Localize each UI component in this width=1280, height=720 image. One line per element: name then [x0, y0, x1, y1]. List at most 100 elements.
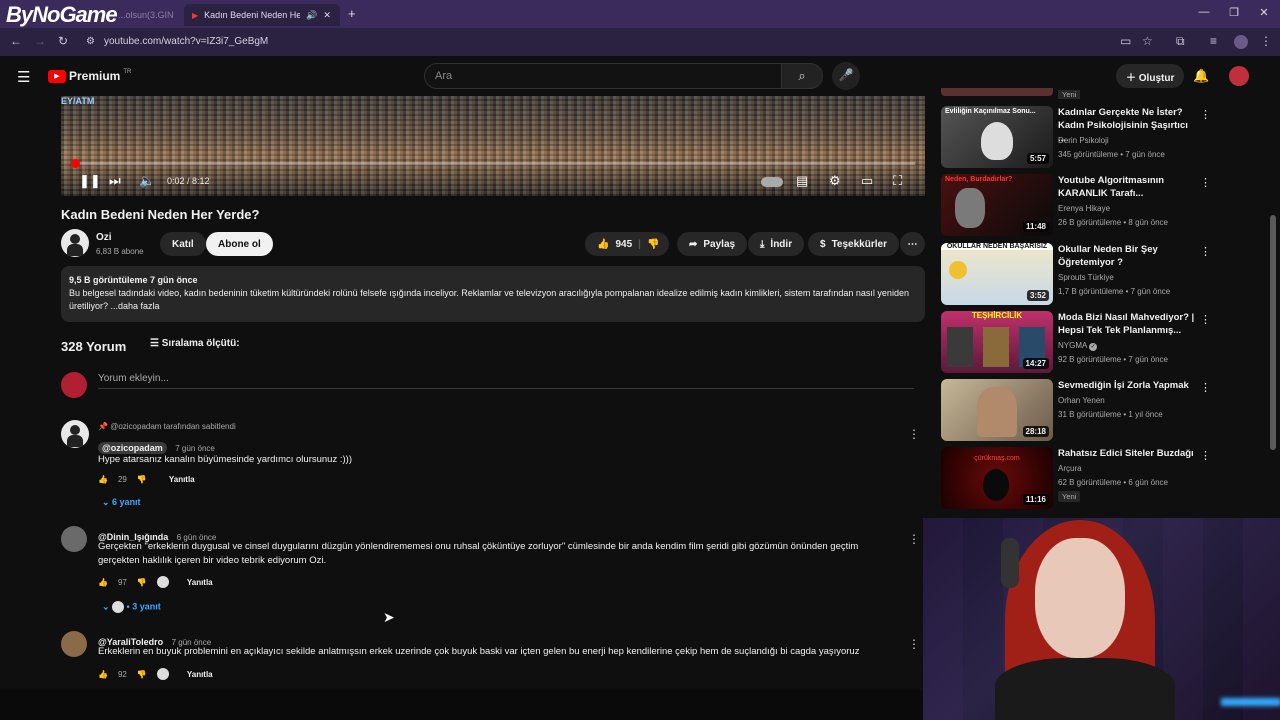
fullscreen-icon[interactable]: ⛶ [893, 173, 902, 189]
search-input[interactable]: Ara [424, 63, 782, 89]
forward-icon[interactable]: → [34, 34, 46, 48]
comment-menu-icon[interactable]: ⋮ [908, 637, 920, 651]
join-button[interactable]: Katıl [160, 232, 206, 256]
item-menu-icon[interactable]: ⋮ [1200, 313, 1211, 326]
subscribe-button[interactable]: Abone ol [206, 232, 273, 256]
description-box[interactable]: 9,5 B görüntüleme 7 gün önce Bu belgesel… [61, 266, 925, 322]
user-avatar[interactable] [1229, 66, 1249, 86]
media-control-icon[interactable]: ≡ [1210, 34, 1217, 48]
cast-icon[interactable]: ▭ [1120, 34, 1131, 48]
minimize-button[interactable]: — [1196, 6, 1212, 18]
create-button[interactable]: ＋ Oluştur [1116, 64, 1185, 88]
item-menu-icon[interactable]: ⋮ [1200, 245, 1211, 258]
recommendation-channel[interactable]: Erenya Hikaye [1058, 204, 1110, 213]
progress-bar[interactable] [71, 159, 915, 168]
comment-time[interactable]: 7 gün önce [175, 444, 215, 453]
commenter-avatar[interactable] [61, 420, 89, 448]
recommendation-title[interactable]: Moda Bizi Nasıl Mahvediyor? | Hepsi Tek … [1058, 311, 1198, 337]
sort-button[interactable]: ☰ Sıralama ölçütü: [150, 338, 240, 349]
show-replies-button[interactable]: ⌄ 6 yanıt [102, 497, 141, 508]
recommendation-channel[interactable]: Arçura [1058, 464, 1082, 473]
autoplay-toggle[interactable] [761, 177, 783, 187]
show-replies-button[interactable]: ⌄ • 3 yanıt [102, 601, 161, 613]
dislike-icon[interactable]: 👎 [137, 475, 147, 484]
video-thumbnail[interactable]: Neden, Burdadırlar? 11:48 [941, 174, 1053, 236]
recommendation-item[interactable]: Evliliğin Kaçınılmaz Sonu... 5:57 Kadınl… [941, 106, 1211, 168]
reload-icon[interactable]: ↻ [58, 34, 68, 48]
sidebar-scrollbar[interactable] [1270, 215, 1276, 450]
restore-button[interactable]: ❐ [1226, 6, 1242, 19]
more-actions-button[interactable]: ⋯ [900, 232, 925, 256]
commenter-avatar[interactable] [61, 526, 87, 552]
like-icon[interactable]: 👍 [98, 578, 108, 587]
video-thumbnail[interactable]: 28:18 [941, 379, 1053, 441]
recommendation-item[interactable]: çürükmaş.com 11:16 Rahatsız Edici Sitele… [941, 447, 1211, 509]
settings-gear-icon[interactable]: ⚙ [829, 173, 841, 189]
reply-button[interactable]: Yanıtla [187, 578, 213, 587]
browser-menu-icon[interactable]: ⋮ [1260, 34, 1272, 48]
bynogame-watermark: ByNoGame [6, 2, 118, 27]
channel-name[interactable]: Ozi [96, 232, 112, 243]
url-field[interactable]: youtube.com/watch?v=IZ3i7_GeBgM [104, 36, 268, 47]
recommendation-channel[interactable]: Derin Psikoloji [1058, 136, 1109, 145]
recommendation-channel[interactable]: Sprouts Türkiye [1058, 273, 1114, 282]
reply-button[interactable]: Yanıtla [187, 670, 213, 679]
pause-icon[interactable]: ❚❚ [79, 173, 101, 189]
tab-current[interactable]: ▶ Kadın Bedeni Neden Her Ye 🔊 ✕ [184, 4, 340, 26]
video-thumbnail[interactable]: çürükmaş.com 11:16 [941, 447, 1053, 509]
video-thumbnail[interactable]: Evliliğin Kaçınılmaz Sonu... 5:57 [941, 106, 1053, 168]
dislike-icon[interactable]: 👎 [137, 578, 147, 587]
volume-icon[interactable]: 🔈 [139, 173, 155, 189]
search-button[interactable]: ⌕ [781, 63, 823, 89]
like-icon[interactable]: 👍 [597, 239, 609, 250]
dislike-icon[interactable]: 👎 [137, 670, 147, 679]
comment-menu-icon[interactable]: ⋮ [908, 427, 920, 441]
recommendation-title[interactable]: Rahatsız Edici Siteler Buzdağı [1058, 447, 1198, 460]
close-icon[interactable]: ✕ [323, 10, 331, 21]
video-thumbnail[interactable]: TEŞHİRCİLİK 14:27 [941, 311, 1053, 373]
next-icon[interactable]: ⏭ [109, 173, 121, 189]
theater-mode-icon[interactable]: ▭ [861, 173, 873, 189]
commenter-avatar[interactable] [61, 631, 87, 657]
download-button[interactable]: ⤓ İndir [748, 232, 805, 256]
recommendation-title[interactable]: Youtube Algoritmasının KARANLIK Tarafı..… [1058, 174, 1198, 200]
comment-count: 328 Yorum [61, 339, 127, 354]
share-button[interactable]: ➦ Paylaş [677, 232, 748, 256]
close-window-button[interactable]: ✕ [1256, 6, 1272, 19]
site-info-icon[interactable]: ⚙ [86, 36, 95, 47]
item-menu-icon[interactable]: ⋮ [1200, 449, 1211, 462]
video-thumbnail[interactable]: OKULLAR NEDEN BAŞARISIZ 3:52 [941, 243, 1053, 305]
extensions-icon[interactable]: ⧉ [1176, 34, 1185, 49]
recommendation-title[interactable]: Sevmediğin İşi Zorla Yapmak [1058, 379, 1198, 392]
hamburger-menu-icon[interactable]: ☰ [17, 68, 30, 86]
like-icon[interactable]: 👍 [98, 475, 108, 484]
item-menu-icon[interactable]: ⋮ [1200, 108, 1211, 121]
comment-menu-icon[interactable]: ⋮ [908, 532, 920, 546]
recommendation-item[interactable]: 28:18 Sevmediğin İşi Zorla Yapmak Orhan … [941, 379, 1211, 441]
voice-search-button[interactable]: 🎤 [832, 62, 860, 90]
item-menu-icon[interactable]: ⋮ [1200, 381, 1211, 394]
new-tab-button[interactable]: + [348, 6, 356, 21]
recommendation-channel[interactable]: Orhan Yenen [1058, 396, 1105, 405]
recommendation-channel[interactable]: NYGMA ✓ [1058, 341, 1098, 351]
add-comment-input[interactable]: Yorum ekleyin... [98, 373, 914, 389]
like-icon[interactable]: 👍 [98, 670, 108, 679]
profile-icon[interactable] [1234, 35, 1248, 49]
recommendation-item[interactable]: OKULLAR NEDEN BAŞARISIZ 3:52 Okullar Ned… [941, 243, 1211, 305]
channel-avatar[interactable] [61, 229, 89, 257]
item-menu-icon[interactable]: ⋮ [1200, 176, 1211, 189]
recommendation-item[interactable]: Neden, Burdadırlar? 11:48 Youtube Algori… [941, 174, 1211, 236]
video-player[interactable]: EY/ATM ❚❚ ⏭ 🔈 0:02 / 8:12 ▤ ⚙ ▭ ⛶ [61, 96, 925, 196]
dislike-icon[interactable]: 👎 [647, 239, 659, 250]
recommendation-item[interactable]: TEŞHİRCİLİK 14:27 Moda Bizi Nasıl Mahved… [941, 311, 1211, 373]
bookmark-star-icon[interactable]: ☆ [1142, 34, 1153, 48]
notifications-bell-icon[interactable]: 🔔 [1193, 68, 1209, 84]
back-icon[interactable]: ← [10, 34, 22, 48]
subtitles-icon[interactable]: ▤ [796, 173, 808, 189]
recommendation-title[interactable]: Okullar Neden Bir Şey Öğretemiyor ? [1058, 243, 1198, 269]
thanks-button[interactable]: $ Teşekkürler [808, 232, 899, 256]
youtube-logo[interactable]: ▶ Premium TR [48, 69, 131, 83]
reply-button[interactable]: Yanıtla [169, 475, 195, 484]
speaker-icon[interactable]: 🔊 [306, 10, 317, 21]
progress-scrubber[interactable] [71, 159, 80, 168]
